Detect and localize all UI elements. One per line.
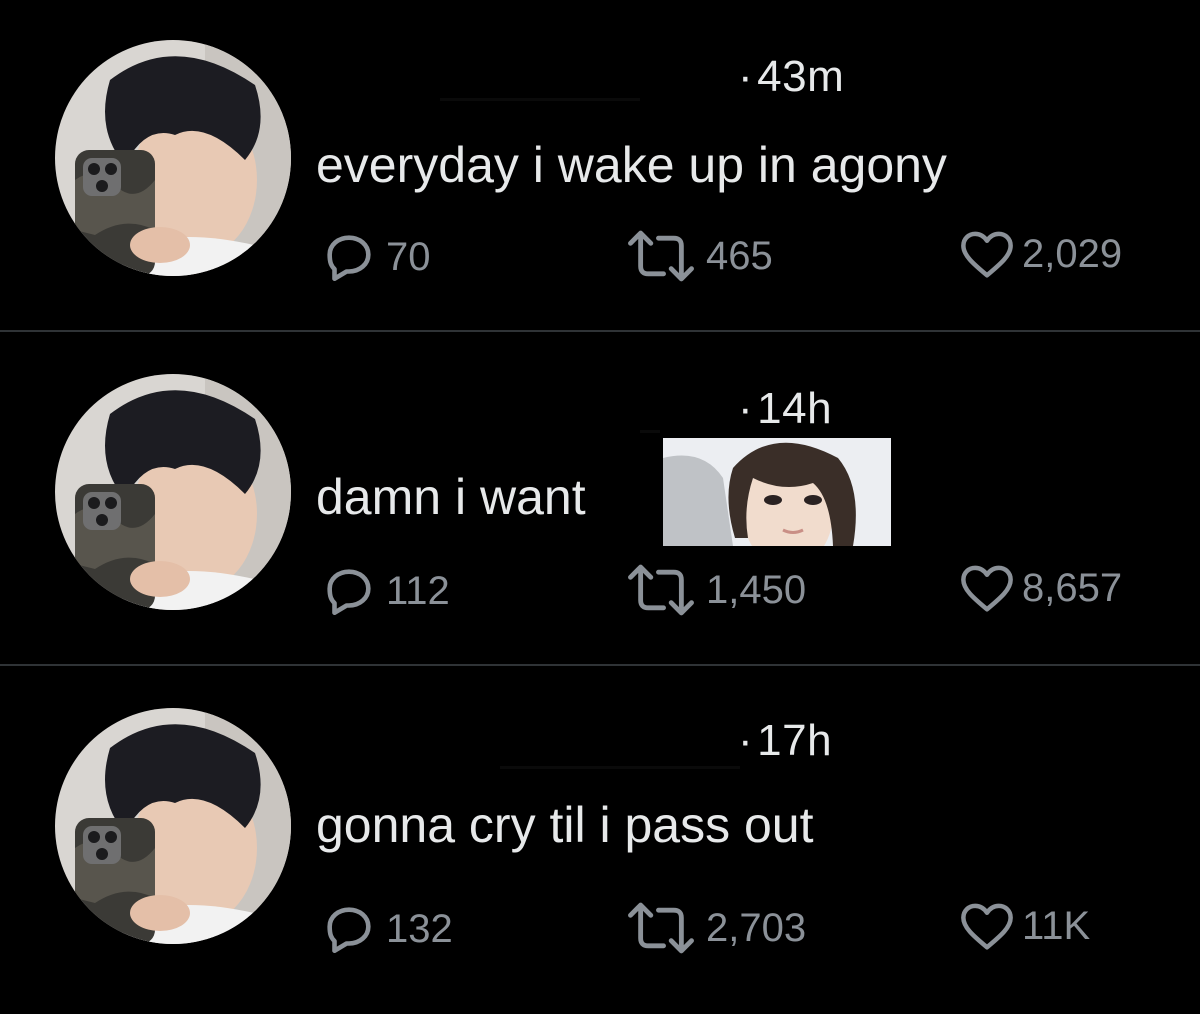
retweet-icon	[628, 230, 694, 282]
tweet-2[interactable]: ·14h damn i want 112 1,450 8,657	[0, 332, 1200, 662]
separator-dot: ·	[738, 384, 754, 433]
retweet-count: 2,703	[706, 905, 807, 950]
reply-icon	[327, 235, 371, 282]
reply-count: 132	[386, 906, 453, 951]
inline-photo-image	[663, 438, 891, 546]
tweet-timestamp[interactable]: ·43m	[738, 52, 844, 102]
retweet-button[interactable]: 2,703	[622, 900, 806, 956]
retweet-icon	[628, 902, 694, 954]
heart-icon	[961, 903, 1013, 950]
username-redacted	[640, 430, 660, 433]
tweet-timestamp[interactable]: ·14h	[738, 384, 832, 434]
reply-icon	[327, 907, 371, 954]
tweet-text: gonna cry til i pass out	[316, 797, 814, 853]
like-button[interactable]: 8,657	[958, 562, 1122, 614]
tweet-3[interactable]: ·17h gonna cry til i pass out 132 2,703 …	[0, 666, 1200, 996]
like-count: 11K	[1022, 903, 1091, 948]
retweet-count: 465	[706, 233, 773, 278]
tweet-actions: 132 2,703 11K	[0, 900, 1200, 960]
tweet-text: damn i want	[316, 469, 586, 525]
retweet-button[interactable]: 465	[622, 228, 773, 284]
like-count: 8,657	[1022, 565, 1123, 610]
reply-button[interactable]: 132	[318, 900, 453, 958]
tweet-text: everyday i wake up in agony	[316, 137, 947, 193]
like-button[interactable]: 11K	[958, 900, 1090, 952]
like-button[interactable]: 2,029	[958, 228, 1122, 280]
separator-dot: ·	[738, 716, 754, 765]
reply-count: 112	[386, 568, 450, 613]
tweet-feed: ·43m everyday i wake up in agony 70 465 …	[0, 0, 1200, 1014]
retweet-icon	[628, 564, 694, 616]
separator-dot: ·	[738, 52, 754, 101]
like-count: 2,029	[1022, 231, 1123, 276]
heart-icon	[961, 565, 1013, 612]
retweet-button[interactable]: 1,450	[622, 562, 806, 618]
reply-icon	[327, 569, 371, 616]
tweet-1[interactable]: ·43m everyday i wake up in agony 70 465 …	[0, 0, 1200, 330]
retweet-count: 1,450	[706, 567, 807, 612]
tweet-actions: 70 465 2,029	[0, 228, 1200, 288]
reply-button[interactable]: 112	[318, 562, 450, 620]
username-redacted	[440, 98, 640, 101]
reply-count: 70	[386, 234, 431, 279]
tweet-actions: 112 1,450 8,657	[0, 562, 1200, 622]
reply-button[interactable]: 70	[318, 228, 431, 286]
tweet-timestamp[interactable]: ·17h	[738, 716, 832, 766]
username-redacted	[500, 766, 740, 769]
heart-icon	[961, 231, 1013, 278]
inline-photo[interactable]	[663, 438, 891, 546]
